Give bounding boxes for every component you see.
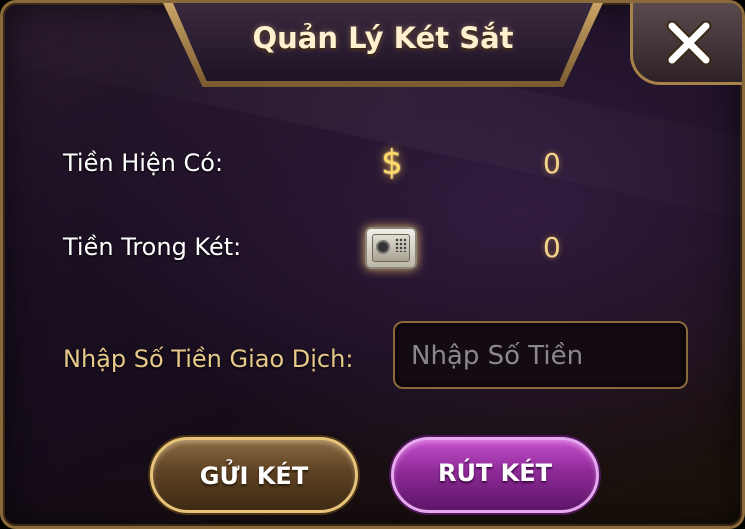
safe-icon: [365, 227, 417, 269]
close-icon: [666, 20, 712, 66]
safe-balance-value: 0: [543, 231, 561, 264]
current-balance-label: Tiền Hiện Có:: [63, 149, 224, 177]
deposit-button[interactable]: GỬI KÉT: [150, 437, 358, 513]
safe-dial: [376, 240, 390, 254]
amount-input-frame: [393, 321, 688, 389]
transaction-amount-label: Nhập Số Tiền Giao Dịch:: [63, 345, 354, 373]
dialog-title: Quản Lý Két Sắt: [252, 21, 514, 55]
dollar-icon: $: [381, 143, 403, 183]
safe-management-dialog: Quản Lý Két Sắt Tiền Hiện Có: $ 0 Tiền T…: [0, 0, 745, 529]
safe-balance-label: Tiền Trong Két:: [63, 233, 242, 261]
withdraw-button[interactable]: RÚT KÉT: [391, 437, 599, 513]
amount-input[interactable]: [409, 323, 678, 389]
close-button[interactable]: [666, 20, 712, 66]
current-balance-value: 0: [543, 147, 561, 180]
safe-keypad: [395, 238, 407, 252]
